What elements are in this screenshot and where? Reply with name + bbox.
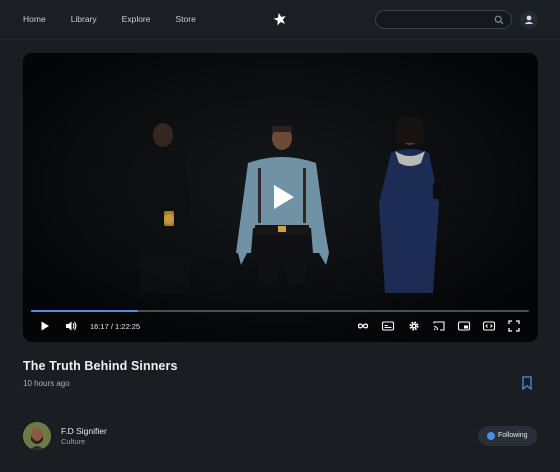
cast-icon[interactable] — [432, 319, 446, 333]
main-nav: Home Library Explore Store — [23, 14, 221, 24]
top-nav-bar: Home Library Explore Store — [0, 0, 560, 40]
nav-library[interactable]: Library — [71, 14, 97, 24]
avatar[interactable] — [23, 422, 51, 450]
star-logo-icon[interactable] — [273, 12, 287, 26]
nav-explore[interactable]: Explore — [122, 14, 151, 24]
captions-icon[interactable] — [381, 319, 395, 333]
following-label: Following — [498, 432, 528, 439]
video-player[interactable]: 16:17 / 1:22:25 — [23, 53, 538, 342]
search-icon[interactable] — [494, 15, 504, 25]
bookmark-icon[interactable] — [521, 376, 533, 390]
miniplayer-icon[interactable] — [457, 319, 471, 333]
channel-category: Culture — [61, 437, 86, 446]
user-icon[interactable] — [520, 11, 538, 29]
following-button[interactable]: Following — [478, 426, 537, 446]
volume-icon[interactable] — [64, 319, 78, 333]
nav-store[interactable]: Store — [176, 14, 196, 24]
search-box — [375, 10, 512, 29]
embed-icon[interactable] — [482, 319, 496, 333]
posted-time: 10 hours ago — [23, 379, 70, 388]
player-controls: 16:17 / 1:22:25 — [23, 319, 538, 335]
fullscreen-icon[interactable] — [507, 319, 521, 333]
play-icon[interactable] — [272, 184, 296, 210]
loop-icon[interactable] — [356, 319, 370, 333]
play-icon[interactable] — [38, 319, 52, 333]
channel-name[interactable]: F.D Signifier — [61, 426, 107, 436]
search-input[interactable] — [386, 13, 491, 27]
time-display: 16:17 / 1:22:25 — [90, 322, 141, 331]
progress-fill — [31, 310, 139, 312]
gear-icon[interactable] — [407, 319, 421, 333]
video-title: The Truth Behind Sinners — [23, 359, 178, 373]
nav-home[interactable]: Home — [23, 14, 46, 24]
check-icon — [487, 432, 495, 440]
progress-bar[interactable] — [31, 310, 529, 312]
